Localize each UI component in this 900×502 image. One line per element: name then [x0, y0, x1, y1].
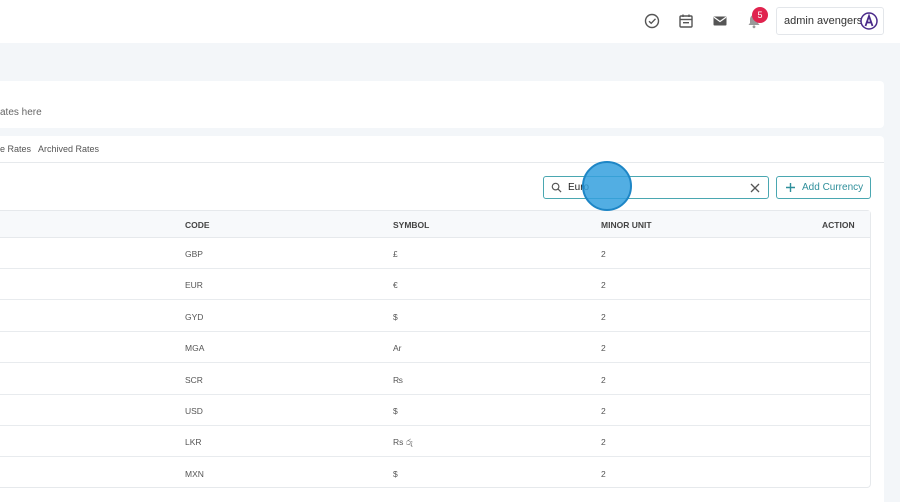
cell-symbol: $ [393, 406, 398, 416]
cell-minor-unit: 2 [601, 406, 606, 416]
table-row[interactable]: EUR €2 [0, 268, 870, 301]
cell-code: MGA [185, 343, 205, 354]
cell-code: GYD [185, 311, 204, 322]
description-text: ates here [0, 107, 42, 118]
cell-code: EUR [185, 280, 203, 291]
add-currency-label: Add Currency [802, 182, 864, 193]
cell-minor-unit: 2 [601, 249, 606, 259]
cell-code: USD [185, 406, 203, 416]
cell-code: GBP [185, 249, 203, 259]
cell-symbol: Ar [393, 343, 402, 354]
description-card: ates here [0, 81, 884, 128]
notification-badge: 5 [752, 7, 768, 23]
column-header-action: ACTION [822, 220, 855, 230]
cell-minor-unit: 2 [601, 280, 606, 291]
cell-code: SCR [185, 374, 203, 385]
cell-symbol: € [393, 280, 398, 291]
table-row[interactable]: LKR Rs රු 2 [0, 425, 870, 458]
plus-icon [786, 183, 795, 192]
table-row[interactable]: MXN $2 [0, 457, 870, 488]
cell-minor-unit: 2 [601, 468, 606, 479]
tab-rates[interactable]: e Rates [0, 144, 31, 154]
calendar-icon[interactable] [677, 12, 695, 30]
search-icon [551, 182, 562, 193]
cell-code: LKR [185, 437, 202, 448]
cell-symbol: Rs රු [393, 437, 413, 448]
cell-symbol: £ [393, 249, 398, 259]
table-row[interactable]: USD $2 [0, 394, 870, 426]
cell-minor-unit: 2 [601, 437, 606, 448]
check-circle-icon[interactable] [643, 12, 661, 30]
table-row[interactable]: GYD $2 [0, 300, 870, 332]
user-name: admin avengers [784, 15, 863, 27]
currency-card: e Rates Archived Rates Add Currency CODE… [0, 136, 884, 502]
search-input[interactable] [568, 179, 738, 196]
user-menu[interactable]: admin avengers [776, 7, 884, 35]
close-icon[interactable] [750, 183, 760, 193]
table-row[interactable]: SCR ₨ 2 [0, 363, 870, 395]
tabs-row: e Rates Archived Rates [0, 136, 884, 163]
column-header-code: CODE [185, 220, 210, 230]
avengers-avatar-icon [860, 12, 878, 30]
cell-minor-unit: 2 [601, 343, 606, 354]
search-field[interactable] [543, 176, 769, 199]
tab-archived-rates[interactable]: Archived Rates [38, 144, 99, 154]
cell-symbol: ₨ [393, 374, 403, 385]
scrollbar[interactable] [889, 43, 900, 502]
cell-minor-unit: 2 [601, 374, 606, 385]
add-currency-button[interactable]: Add Currency [776, 176, 871, 199]
table-row[interactable]: GBP £2 [0, 237, 870, 269]
currency-table: CODE SYMBOL MINOR UNIT ACTION GBP £2 EUR €2… [0, 210, 871, 488]
table-header: CODE SYMBOL MINOR UNIT ACTION [0, 211, 870, 238]
cell-symbol: $ [393, 311, 398, 322]
cell-symbol: $ [393, 468, 398, 479]
column-header-symbol: SYMBOL [393, 220, 430, 230]
column-header-minor-unit: MINOR UNIT [601, 220, 652, 230]
cell-minor-unit: 2 [601, 311, 606, 322]
cell-code: MXN [185, 468, 204, 479]
mail-icon[interactable] [711, 12, 729, 30]
top-bar: 5 admin avengers [0, 0, 900, 43]
table-row[interactable]: MGA Ar 2 [0, 331, 870, 364]
